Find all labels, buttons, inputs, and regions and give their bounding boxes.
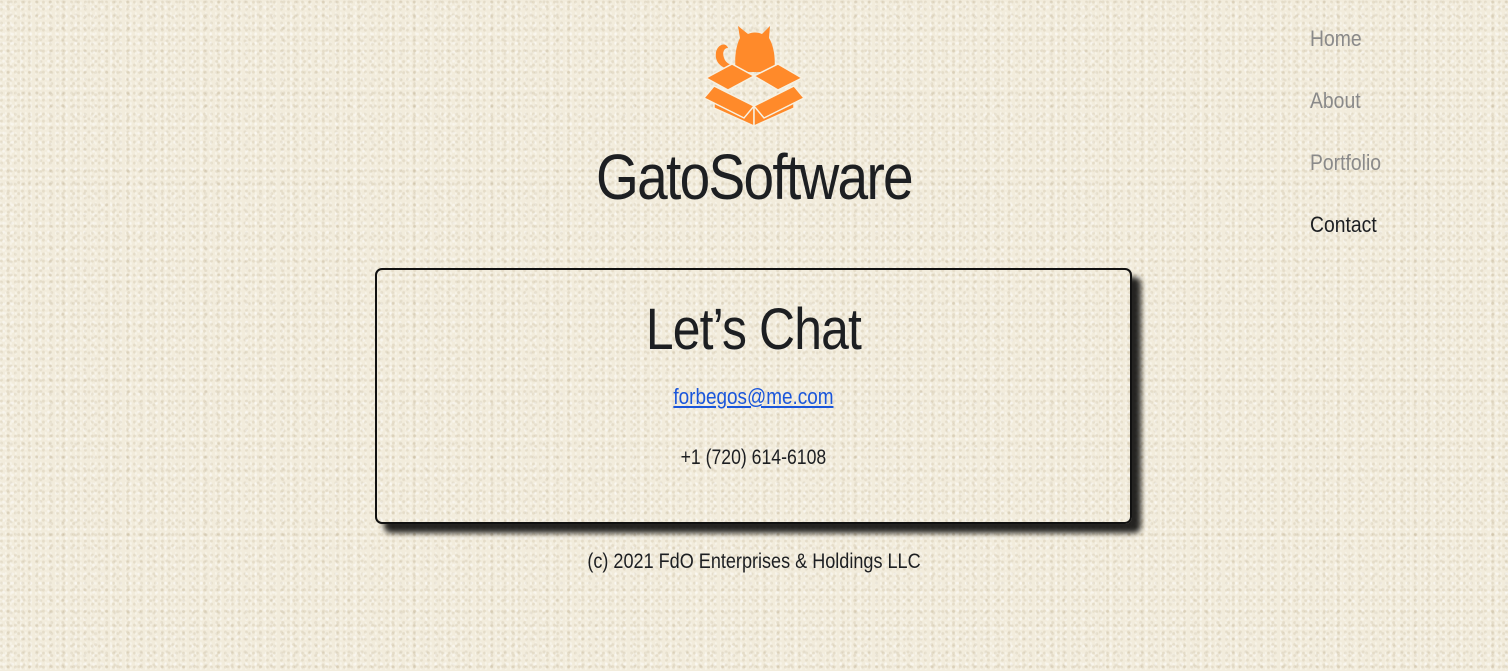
nav-item-portfolio[interactable]: Portfolio	[1310, 146, 1451, 208]
nav-item-contact[interactable]: Contact	[1310, 208, 1451, 270]
brand-title: GatoSoftware	[596, 141, 914, 213]
cat-in-box-icon[interactable]	[696, 20, 812, 128]
email-link[interactable]: forbegos@me.com	[430, 384, 1078, 410]
nav-item-home[interactable]: Home	[1310, 22, 1451, 84]
footer-copyright: (c) 2021 FdO Enterprises & Holdings LLC	[587, 550, 921, 573]
contact-heading: Let’s Chat	[645, 297, 862, 362]
contact-card: Let’s Chat forbegos@me.com +1 (720) 614-…	[375, 268, 1132, 524]
main-nav: Home About Portfolio Contact	[1310, 22, 1470, 270]
nav-item-about[interactable]: About	[1310, 84, 1451, 146]
phone-number: +1 (720) 614-6108	[680, 446, 827, 469]
